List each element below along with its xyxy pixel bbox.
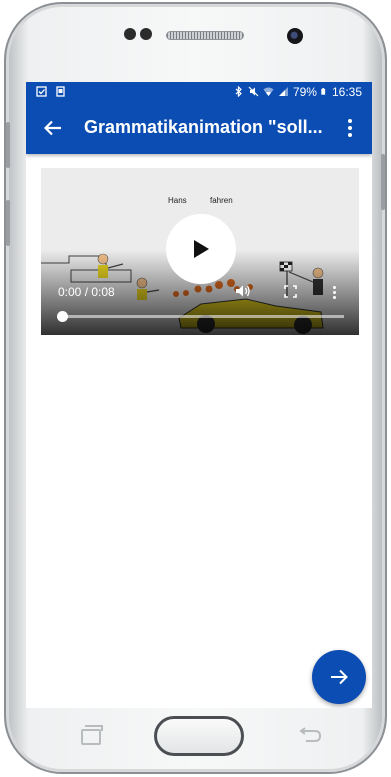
arrow-right-icon	[331, 669, 348, 685]
bluetooth-icon	[235, 86, 242, 97]
back-key-icon[interactable]	[298, 727, 322, 743]
progress-bar[interactable]	[61, 315, 344, 318]
signal-icon	[278, 87, 288, 96]
front-camera	[287, 28, 303, 44]
earpiece-speaker	[166, 31, 244, 40]
video-player[interactable]: Hans fahren 0:00 / 0:08	[41, 168, 359, 335]
wifi-icon	[263, 87, 274, 96]
more-vert-icon[interactable]	[340, 118, 360, 137]
fullscreen-icon[interactable]	[284, 285, 297, 298]
video-more-icon[interactable]	[333, 286, 336, 299]
home-button[interactable]	[154, 716, 244, 756]
system-nav-bar	[26, 708, 372, 760]
power-button[interactable]	[381, 154, 385, 210]
status-bar: 79% 16:35	[26, 82, 372, 101]
document-icon	[56, 86, 65, 97]
page-title: Grammatikanimation "soll...	[84, 117, 323, 137]
caption-word: Hans	[168, 196, 187, 205]
volume-up-button[interactable]	[6, 122, 10, 168]
checkbox-icon	[36, 86, 47, 97]
play-button[interactable]	[166, 214, 236, 284]
next-button[interactable]	[312, 650, 366, 704]
play-icon	[194, 240, 209, 258]
volume-icon[interactable]	[235, 284, 251, 298]
recents-icon[interactable]	[81, 725, 103, 745]
screen: 79% 16:35 Grammatikanimation "soll... Ha…	[26, 82, 372, 708]
video-time: 0:00 / 0:08	[58, 285, 115, 299]
volume-down-button[interactable]	[6, 200, 10, 246]
battery-icon	[321, 88, 326, 95]
caption-word: fahren	[210, 196, 233, 205]
app-bar: Grammatikanimation "soll...	[26, 101, 372, 154]
battery-percent: 79%	[292, 84, 317, 99]
clock: 16:35	[331, 84, 362, 99]
progress-knob[interactable]	[57, 311, 68, 322]
arrow-left-icon[interactable]	[40, 115, 66, 141]
mute-icon	[248, 86, 259, 97]
sensor-dots	[124, 28, 152, 40]
